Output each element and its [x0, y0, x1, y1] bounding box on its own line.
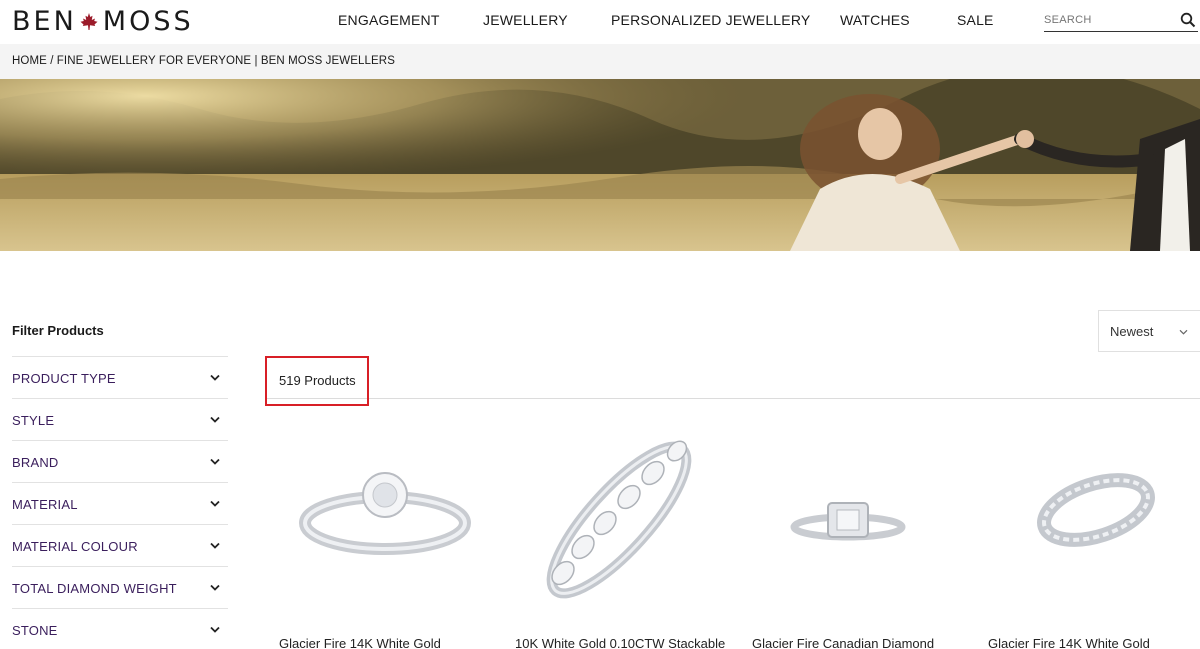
hero-image	[0, 79, 1200, 251]
filter-products-title: Filter Products	[12, 323, 104, 338]
filter-material[interactable]: MATERIAL	[12, 482, 228, 524]
filter-label: MATERIAL COLOUR	[12, 539, 138, 554]
nav-jewellery[interactable]: JEWELLERY	[483, 12, 568, 28]
maple-leaf-icon	[80, 13, 98, 30]
filter-material-colour[interactable]: MATERIAL COLOUR	[12, 524, 228, 566]
product-image	[299, 472, 471, 555]
product-card[interactable]: Glacier Fire 14K White Gold	[265, 415, 483, 649]
filter-total-diamond-weight[interactable]: TOTAL DIAMOND WEIGHT	[12, 566, 228, 608]
product-name[interactable]: Glacier Fire Canadian Diamond	[752, 636, 934, 649]
filter-label: STYLE	[12, 413, 55, 428]
chevron-down-icon	[210, 584, 220, 591]
filter-label: BRAND	[12, 455, 59, 470]
chevron-down-icon	[210, 374, 220, 381]
product-image	[790, 502, 906, 541]
site-header: BEN MOSS ENGAGEMENT JEWELLERY PERSONALIZ…	[0, 0, 1200, 44]
logo-text-ben: BEN	[12, 6, 77, 37]
product-name[interactable]: 10K White Gold 0.10CTW Stackable	[515, 636, 725, 649]
nav-personalized-jewellery[interactable]: PERSONALIZED JEWELLERY	[611, 12, 810, 28]
filter-label: TOTAL DIAMOND WEIGHT	[12, 581, 177, 596]
results-divider	[265, 398, 1200, 399]
nav-sale[interactable]: SALE	[957, 12, 994, 28]
chevron-down-icon	[1179, 329, 1188, 335]
chevron-down-icon	[210, 626, 220, 633]
sort-value: Newest	[1110, 324, 1154, 339]
filter-list: PRODUCT TYPE STYLE BRAND MATERIAL MATERI…	[12, 356, 228, 649]
site-logo[interactable]: BEN MOSS	[12, 7, 194, 37]
logo-text-moss: MOSS	[102, 6, 194, 37]
filter-stone[interactable]: STONE	[12, 608, 228, 649]
search-input[interactable]	[1044, 10, 1174, 30]
product-card[interactable]: Glacier Fire Canadian Diamond	[738, 415, 956, 649]
filter-product-type[interactable]: PRODUCT TYPE	[12, 356, 228, 398]
chevron-down-icon	[210, 416, 220, 423]
product-name[interactable]: Glacier Fire 14K White Gold	[279, 636, 441, 649]
breadcrumb-bar: HOME / FINE JEWELLERY FOR EVERYONE | BEN…	[0, 44, 1200, 79]
filter-label: STONE	[12, 623, 58, 638]
nav-watches[interactable]: WATCHES	[840, 12, 910, 28]
product-image	[546, 440, 692, 599]
chevron-down-icon	[210, 458, 220, 465]
filter-brand[interactable]: BRAND	[12, 440, 228, 482]
chevron-down-icon	[210, 500, 220, 507]
product-name[interactable]: Glacier Fire 14K White Gold	[988, 636, 1150, 649]
hero-banner	[0, 79, 1200, 251]
search-box	[1044, 10, 1198, 32]
filter-label: MATERIAL	[12, 497, 78, 512]
product-count: 519 Products	[279, 373, 356, 388]
breadcrumb[interactable]: HOME / FINE JEWELLERY FOR EVERYONE | BEN…	[12, 55, 395, 67]
filter-style[interactable]: STYLE	[12, 398, 228, 440]
search-icon[interactable]	[1180, 12, 1196, 28]
nav-engagement[interactable]: ENGAGEMENT	[338, 12, 440, 28]
product-card[interactable]: Glacier Fire 14K White Gold	[974, 415, 1192, 649]
sort-select[interactable]: Newest	[1098, 310, 1200, 352]
product-card[interactable]: 10K White Gold 0.10CTW Stackable	[501, 415, 725, 649]
filter-label: PRODUCT TYPE	[12, 371, 116, 386]
product-image	[1037, 473, 1155, 547]
chevron-down-icon	[210, 542, 220, 549]
